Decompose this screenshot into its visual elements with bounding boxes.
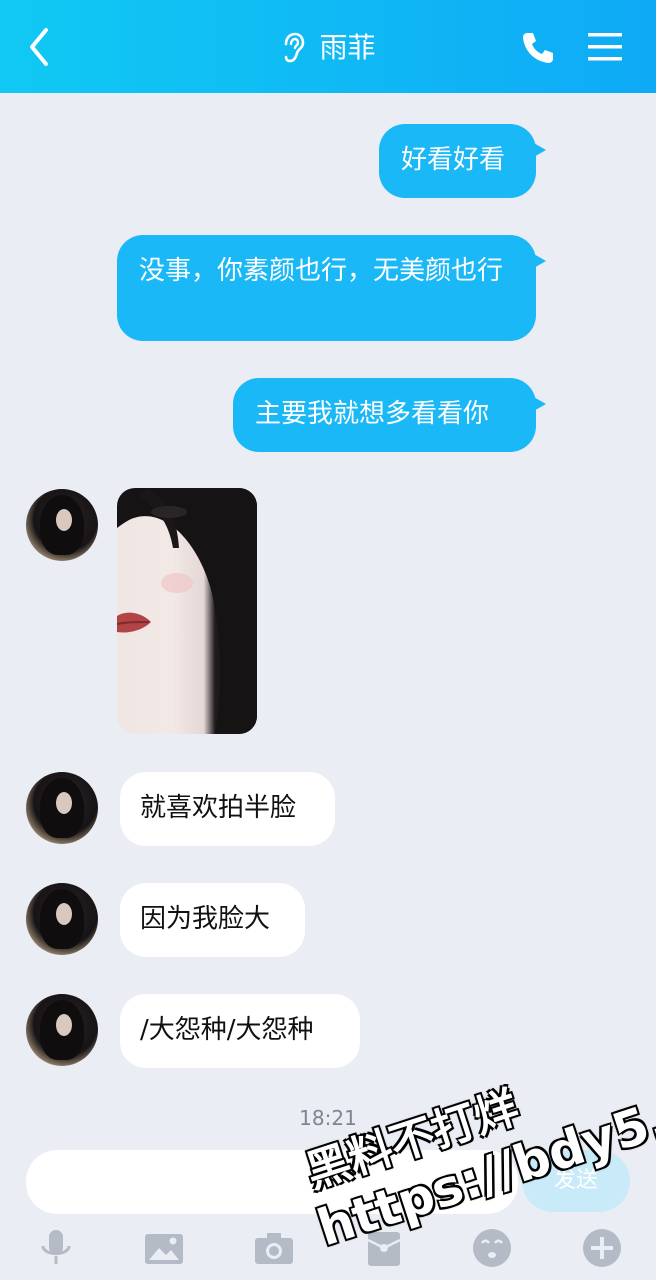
menu-icon[interactable] (586, 30, 624, 64)
emoji-icon[interactable] (472, 1228, 512, 1268)
chat-title: 雨菲 (319, 31, 376, 64)
contact-avatar[interactable] (26, 489, 98, 561)
outgoing-message[interactable]: 主要我就想多看看你 (233, 378, 546, 452)
contact-avatar[interactable] (26, 883, 98, 955)
outgoing-message[interactable]: 好看好看 (379, 124, 546, 198)
message-input[interactable] (26, 1150, 518, 1214)
message-text: 主要我就想多看看你 (255, 399, 490, 429)
message-text: 因为我脸大 (140, 904, 271, 934)
message-text: 就喜欢拍半脸 (140, 793, 297, 823)
received-photo[interactable] (117, 488, 257, 734)
message-text: 没事，你素颜也行，无美颜也行 (139, 256, 504, 286)
red-packet-icon[interactable] (364, 1228, 404, 1268)
contact-avatar[interactable] (26, 772, 98, 844)
incoming-message[interactable]: 因为我脸大 (120, 883, 305, 957)
microphone-icon[interactable] (36, 1228, 76, 1268)
outgoing-message[interactable]: 没事，你素颜也行，无美颜也行 (117, 235, 546, 341)
picture-icon[interactable] (144, 1228, 184, 1268)
message-timestamp: 18:21 (299, 1106, 357, 1130)
plus-icon[interactable] (582, 1228, 622, 1268)
message-text: 好看好看 (401, 145, 506, 175)
incoming-message[interactable]: /大怨种/大怨种 (120, 994, 360, 1068)
contact-avatar[interactable] (26, 994, 98, 1066)
ear-icon (285, 32, 305, 63)
camera-icon[interactable] (254, 1228, 294, 1268)
chat-header: 雨菲 (0, 0, 656, 93)
message-text: /大怨种/大怨种 (140, 1015, 314, 1045)
phone-icon[interactable] (518, 28, 558, 68)
photo-content (117, 488, 257, 734)
send-button[interactable]: 发送 (522, 1150, 630, 1212)
incoming-message[interactable]: 就喜欢拍半脸 (120, 772, 335, 846)
